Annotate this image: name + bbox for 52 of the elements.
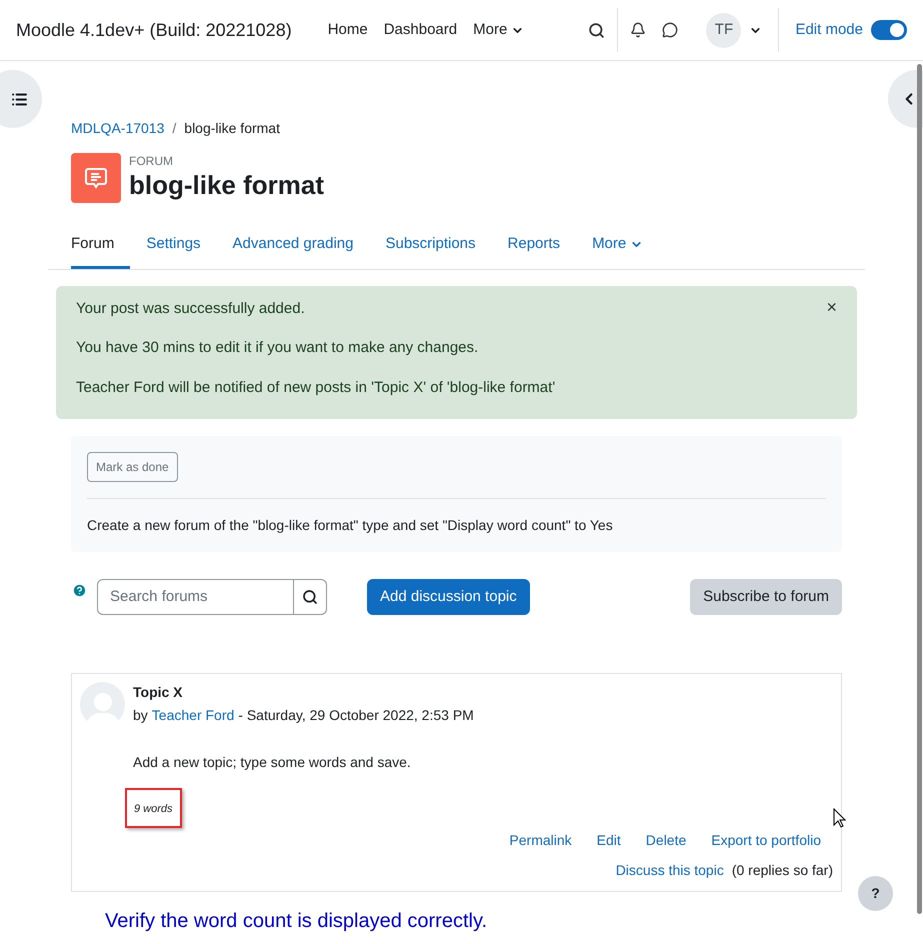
post-action-link[interactable]: Export to portfolio <box>711 830 821 851</box>
reply-count: (0 replies so far) <box>732 861 833 880</box>
search-field[interactable]: Search forums <box>97 579 294 615</box>
help-button[interactable]: ? <box>858 876 893 911</box>
post-action-link[interactable]: Edit <box>596 830 621 851</box>
list-icon <box>11 90 28 108</box>
search-icon <box>302 589 318 605</box>
post-action-link[interactable]: Permalink <box>509 830 572 851</box>
post-action-link[interactable]: Delete <box>646 830 686 851</box>
nav-link[interactable]: Dashboard <box>384 18 458 42</box>
breadcrumb-item: blog-like format <box>184 119 280 138</box>
message-icon[interactable] <box>662 22 678 38</box>
tab[interactable]: Reports <box>492 223 576 268</box>
annotation-text: Verify the word count is displayed correctly. <box>105 909 488 934</box>
author-link[interactable]: Teacher Ford <box>152 705 234 726</box>
post-message: Add a new topic; type some words and save. <box>133 753 412 772</box>
close-button[interactable]: × <box>826 298 837 316</box>
alert-message: Your post was successfully added. <box>76 298 305 318</box>
add-discussion-button[interactable]: Add discussion topic <box>367 579 530 615</box>
search-icon[interactable] <box>588 22 606 38</box>
alert-message: Teacher Ford will be notified of new posts in 'Topic X' of 'blog-like format' <box>76 378 556 398</box>
mark-as-done-button[interactable]: Mark as done <box>87 452 178 482</box>
post-subject: Topic X <box>133 683 184 702</box>
notification-icon[interactable] <box>630 22 646 38</box>
page-title: blog-like format <box>129 169 324 202</box>
mouse-cursor-icon <box>833 808 846 828</box>
tab[interactable]: Forum <box>71 223 130 268</box>
byline-prefix: by <box>133 706 148 725</box>
breadcrumb-separator: / <box>172 119 176 138</box>
help-icon[interactable] <box>72 583 87 598</box>
tab[interactable]: Settings <box>130 223 217 268</box>
forum-icon <box>71 153 121 203</box>
user-avatar[interactable]: TF <box>706 12 742 48</box>
word-count: 9 words <box>134 803 173 815</box>
tab[interactable]: More <box>576 223 660 268</box>
nav-link[interactable]: Home <box>328 18 368 42</box>
edit-mode-toggle[interactable] <box>871 20 907 40</box>
breadcrumb-item[interactable]: MDLQA-17013 <box>71 118 164 139</box>
completion-description: Create a new forum of the "blog-like format" type and set "Display word count" to Yes <box>87 516 614 535</box>
tab[interactable]: Advanced grading <box>216 223 370 268</box>
post-date: - Saturday, 29 October 2022, 2:53 PM <box>238 706 474 725</box>
nav-link[interactable]: More <box>473 18 524 42</box>
module-type: FORUM <box>129 154 174 170</box>
scrollbar[interactable] <box>917 64 922 914</box>
search-button[interactable] <box>294 579 327 615</box>
course-index-button[interactable] <box>0 70 42 128</box>
edit-mode-label: Edit mode <box>795 20 863 40</box>
alert-message: You have 30 mins to edit it if you want to make any changes. <box>76 338 478 358</box>
site-name[interactable]: Moodle 4.1dev+ (Build: 20221028) <box>16 16 292 44</box>
discuss-link[interactable]: Discuss this topic <box>616 860 724 881</box>
subscribe-button[interactable]: Subscribe to forum <box>690 579 842 615</box>
tab[interactable]: Subscriptions <box>369 223 492 268</box>
